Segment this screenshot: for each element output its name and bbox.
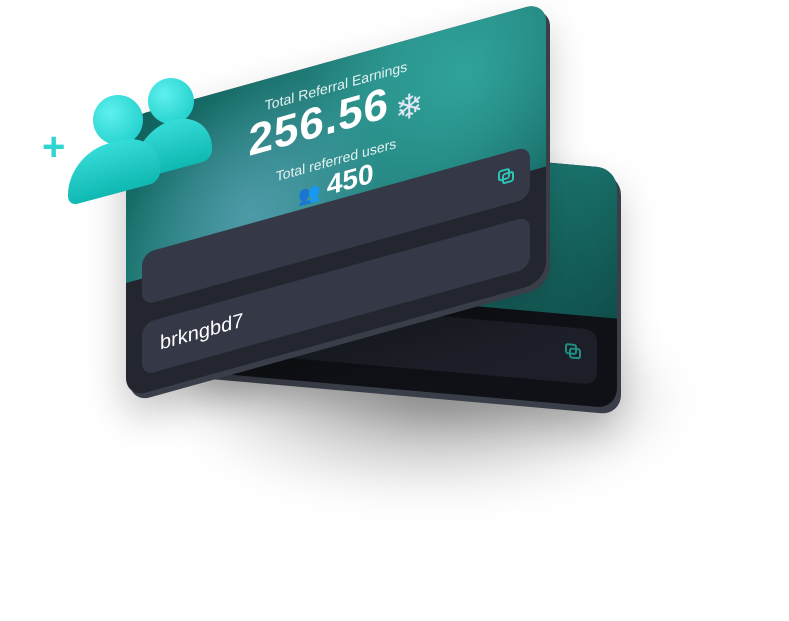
copy-icon[interactable] xyxy=(498,166,516,187)
referral-code: brkngbd7 xyxy=(160,309,244,355)
add-users-icon: + xyxy=(38,70,218,207)
snowflake-icon: ❄ xyxy=(395,84,424,131)
users-icon: 👥 xyxy=(298,180,321,207)
copy-icon[interactable] xyxy=(565,343,583,361)
plus-icon: + xyxy=(42,125,66,169)
